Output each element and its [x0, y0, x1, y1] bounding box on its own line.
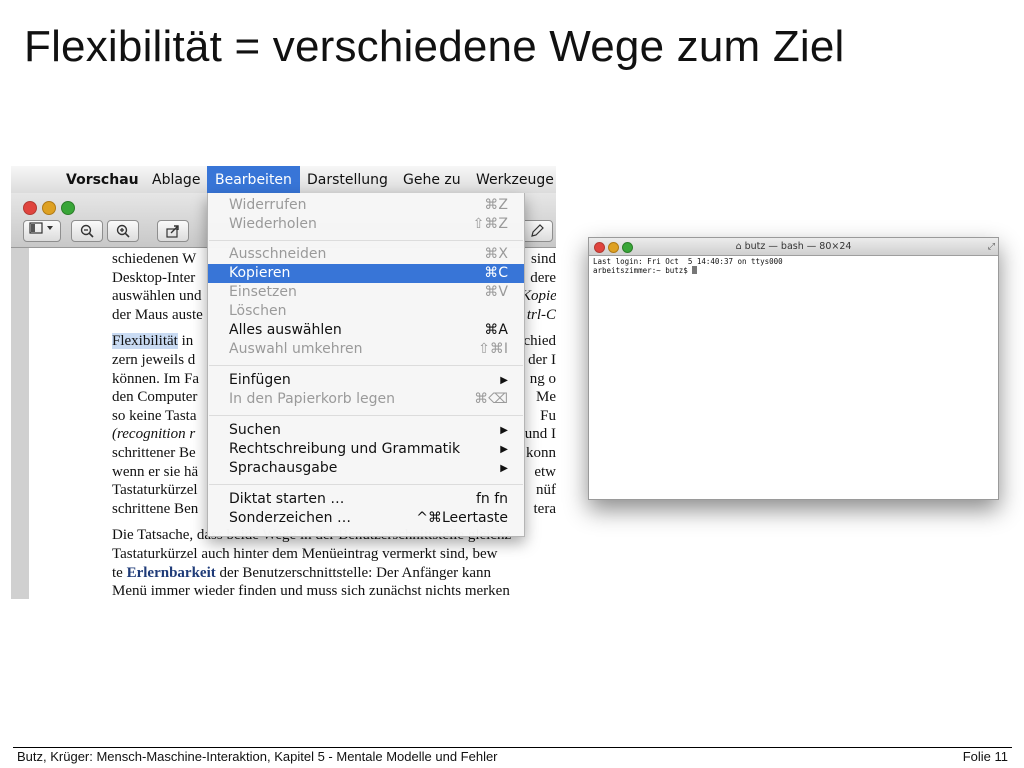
zoom-button[interactable] [61, 201, 75, 215]
doc-fragment: Kopie [521, 288, 556, 305]
doc-line: Menü immer wieder finden und muss sich z… [112, 583, 510, 599]
sidebar-toggle-button[interactable] [23, 220, 61, 242]
menu-item-paste[interactable]: Einsetzen ⌘V [208, 283, 524, 302]
terminal-window: ⌂ butz — bash — 80×24 ⤢ Last login: Fri … [588, 237, 999, 500]
chevron-right-icon: ▶ [500, 425, 508, 436]
selected-word: Flexibilität [112, 333, 178, 350]
menu-item-copy[interactable]: Kopieren ⌘C [208, 264, 524, 283]
doc-fragment: nüf [536, 482, 556, 499]
cursor [692, 266, 698, 274]
terminal-line: Last login: Fri Oct 5 14:40:37 on ttys00… [593, 257, 783, 266]
fullscreen-icon[interactable]: ⤢ [988, 241, 995, 252]
terminal-output[interactable]: Last login: Fri Oct 5 14:40:37 on ttys00… [593, 257, 783, 275]
doc-fragment: ng o [529, 370, 556, 387]
menu-gehe-zu[interactable]: Gehe zu [401, 166, 463, 193]
doc-fragment: Fu [540, 407, 556, 424]
menu-item-find[interactable]: Suchen ▶ [208, 421, 524, 440]
minimize-button[interactable] [42, 201, 56, 215]
menu-werkzeuge[interactable]: Werkzeuge [474, 166, 556, 193]
pencil-icon [531, 224, 544, 237]
preview-screenshot: Vorschau Ablage Bearbeiten Darstellung G… [11, 166, 556, 599]
home-icon: ⌂ [735, 241, 745, 252]
menu-item-dictation[interactable]: Diktat starten … fn fn [208, 490, 524, 509]
share-button[interactable] [157, 220, 189, 242]
doc-fragment: trl-C [526, 306, 556, 323]
doc-fragment: chied [523, 333, 556, 350]
menu-item-delete[interactable]: Löschen [208, 302, 524, 321]
doc-right-fragments: sind dere Kopie trl-C chied der I ng o M… [521, 250, 556, 518]
sidebar-gutter [11, 248, 29, 599]
menu-item-special-characters[interactable]: Sonderzeichen … ^⌘Leertaste [208, 509, 524, 528]
menu-bearbeiten[interactable]: Bearbeiten [207, 166, 300, 193]
menu-ablage[interactable]: Ablage [150, 166, 202, 193]
close-button[interactable] [23, 201, 37, 215]
terminal-prompt-line: arbeitszimmer:~ butz$ [593, 266, 783, 275]
doc-fragment: dere [530, 269, 556, 286]
menu-item-insert[interactable]: Einfügen ▶ [208, 371, 524, 390]
menu-vorschau[interactable]: Vorschau [64, 166, 141, 193]
footer-divider [13, 747, 1012, 748]
sidebar-icon [29, 222, 53, 234]
terminal-title: ⌂ butz — bash — 80×24 [735, 241, 852, 252]
doc-fragment: sind [530, 251, 556, 267]
chevron-right-icon: ▶ [500, 444, 508, 455]
footer-citation: Butz, Krüger: Mensch-Maschine-Interaktio… [17, 749, 498, 764]
annotate-button[interactable] [521, 220, 553, 242]
menu-darstellung[interactable]: Darstellung [305, 166, 390, 193]
zoom-out-icon [80, 224, 94, 238]
menu-separator [209, 240, 523, 241]
edit-menu-dropdown: Widerrufen ⌘Z Wiederholen ⇧⌘Z Ausschneiden… [207, 193, 525, 537]
doc-fragment: Me [536, 389, 556, 406]
menu-item-invert-selection[interactable]: Auswahl umkehren ⇧⌘I [208, 340, 524, 359]
doc-fragment: tera [533, 500, 556, 517]
menu-separator [209, 365, 523, 366]
menu-separator [209, 484, 523, 485]
menu-item-undo[interactable]: Widerrufen ⌘Z [208, 196, 524, 215]
doc-fragment: und I [524, 426, 556, 443]
chevron-right-icon: ▶ [500, 375, 508, 386]
terminal-titlebar: ⌂ butz — bash — 80×24 ⤢ [589, 238, 998, 256]
doc-fragment: etw [534, 463, 556, 480]
slide-number: Folie 11 [962, 749, 1008, 764]
term-erlernbarkeit: Erlernbarkeit [126, 564, 216, 581]
chevron-right-icon: ▶ [500, 463, 508, 474]
menu-item-redo[interactable]: Wiederholen ⇧⌘Z [208, 215, 524, 234]
share-icon [166, 225, 179, 238]
menu-item-move-to-trash[interactable]: In den Papierkorb legen ⌘⌫ [208, 390, 524, 409]
zoom-in-icon [116, 224, 130, 238]
menu-separator [209, 415, 523, 416]
menu-item-select-all[interactable]: Alles auswählen ⌘A [208, 321, 524, 340]
menu-item-spelling[interactable]: Rechtschreibung und Grammatik ▶ [208, 440, 524, 459]
menu-item-speech[interactable]: Sprachausgabe ▶ [208, 459, 524, 478]
doc-fragment: konn [526, 444, 556, 461]
zoom-in-button[interactable] [107, 220, 139, 242]
doc-line-term: te Erlernbarkeit der Benutzerschnittstel… [112, 564, 492, 581]
menu-item-cut[interactable]: Ausschneiden ⌘X [208, 245, 524, 264]
doc-fragment: der I [528, 351, 556, 368]
doc-line: Tastaturkürzel auch hinter dem Menüeintr… [112, 545, 498, 562]
menu-bar: Vorschau Ablage Bearbeiten Darstellung G… [11, 166, 556, 194]
zoom-out-button[interactable] [71, 220, 103, 242]
slide-title: Flexibilität = verschiedene Wege zum Zie… [24, 22, 845, 71]
